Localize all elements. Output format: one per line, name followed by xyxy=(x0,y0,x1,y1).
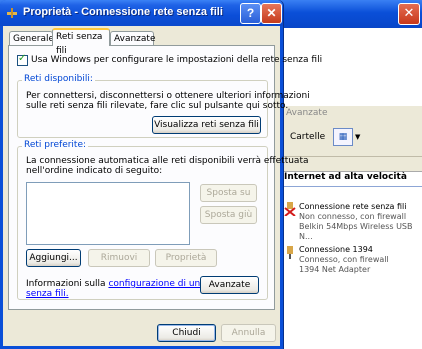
menu-advanced[interactable]: Avanzate xyxy=(286,108,327,118)
network-connection-icon xyxy=(7,8,17,18)
move-up-button[interactable]: Sposta su xyxy=(200,184,257,202)
use-windows-checkbox[interactable] xyxy=(17,53,28,66)
cancel-button[interactable]: Annulla xyxy=(221,324,276,342)
remove-button[interactable]: Rimuovi xyxy=(88,249,150,267)
help-button[interactable]: ? xyxy=(240,3,261,24)
connection-1394[interactable]: Connessione 1394 Connesso, con firewall … xyxy=(299,245,389,275)
section-title: Internet ad alta velocità xyxy=(284,172,407,182)
use-windows-label[interactable]: Usa Windows per configurare le impostazi… xyxy=(31,55,322,66)
tab-general[interactable]: Generale xyxy=(9,31,54,45)
tab-wireless-networks[interactable]: Reti senza fili xyxy=(52,28,110,56)
tab-advanced[interactable]: Avanzate xyxy=(110,31,155,45)
chevron-down-icon[interactable]: ▼ xyxy=(355,133,360,141)
section-divider xyxy=(284,186,422,187)
properties-button[interactable]: Proprietà xyxy=(155,249,217,267)
views-icon: ▦ xyxy=(338,132,348,142)
view-wireless-networks-button[interactable]: Visualizza reti senza fili xyxy=(152,116,261,134)
info-label: Informazioni sulla xyxy=(26,279,106,289)
preferred-networks-list[interactable] xyxy=(26,182,190,245)
close-button[interactable]: Chiudi xyxy=(157,324,216,342)
add-button[interactable]: Aggiungi... xyxy=(26,249,81,267)
views-button[interactable]: ▦ xyxy=(333,128,353,146)
connection-status: Connesso, con firewall xyxy=(299,255,389,264)
connection-device: Belkin 54Mbps Wireless USB N... xyxy=(299,222,413,241)
preferred-networks-title: Reti preferite: xyxy=(22,140,89,150)
connection-1394-icon xyxy=(287,246,293,259)
info-text-line2: senza fili. xyxy=(26,289,69,300)
properties-dialog: Proprietà - Connessione rete senza fili … xyxy=(0,0,322,349)
config-help-link-continued[interactable]: senza fili. xyxy=(26,289,69,299)
advanced-button[interactable]: Avanzate xyxy=(200,276,259,294)
available-networks-text-line2: sulle reti senza fili rilevate, fare cli… xyxy=(26,101,289,111)
connection-name: Connessione 1394 xyxy=(299,245,373,254)
connection-name: Connessione rete senza fili xyxy=(299,202,407,211)
move-down-button[interactable]: Sposta giù xyxy=(200,206,257,224)
close-icon[interactable]: ✕ xyxy=(261,3,282,24)
preferred-networks-text-line2: nell'ordine indicato di seguito: xyxy=(26,166,163,176)
folders-button[interactable]: Cartelle xyxy=(290,132,325,142)
available-networks-title: Reti disponibili: xyxy=(22,74,95,84)
wireless-connection-disabled-icon xyxy=(284,202,296,216)
explorer-close-button[interactable]: ✕ xyxy=(398,3,420,25)
connection-status: Non connesso, con firewall xyxy=(299,212,407,221)
dialog-title: Proprietà - Connessione rete senza fili xyxy=(23,6,223,18)
connection-wireless[interactable]: Connessione rete senza fili Non connesso… xyxy=(299,202,422,242)
connection-device: 1394 Net Adapter xyxy=(299,265,371,274)
